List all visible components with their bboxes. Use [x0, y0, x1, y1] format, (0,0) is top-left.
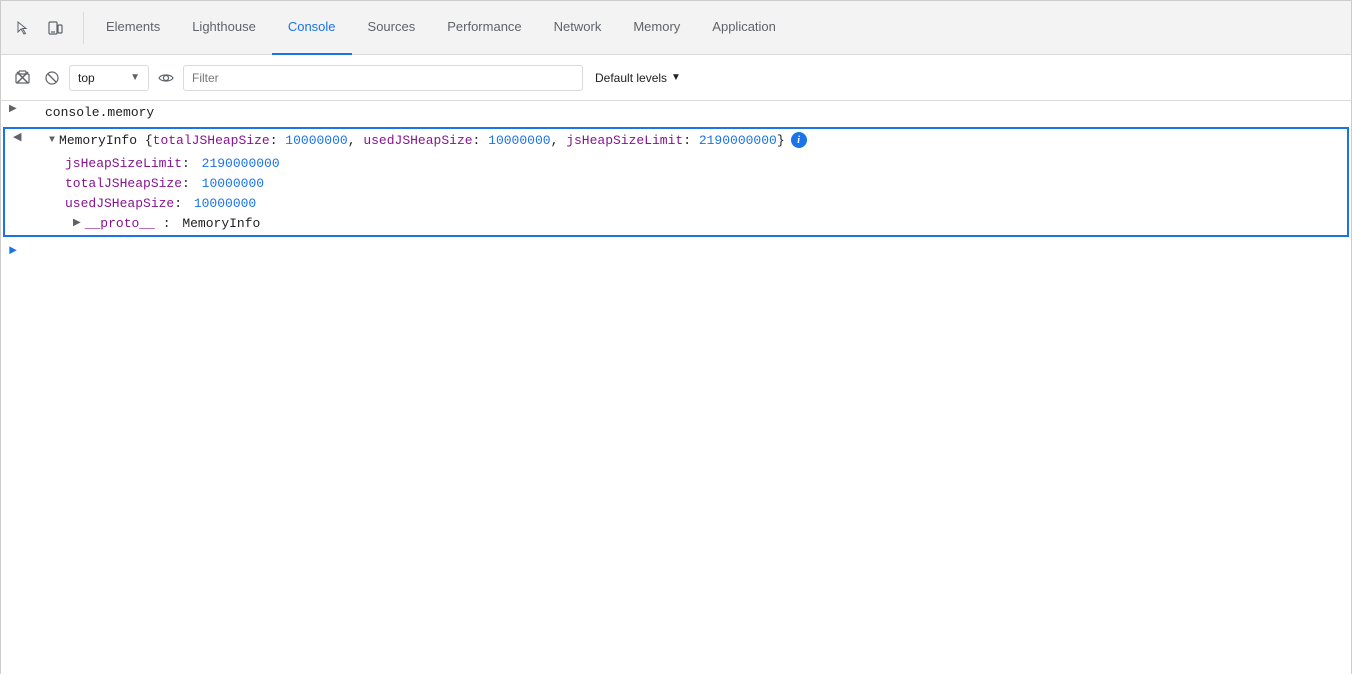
object-name-label: MemoryInfo	[59, 133, 145, 148]
prop-row-used-heap: usedJSHeapSize : 10000000	[65, 193, 1347, 213]
tab-memory[interactable]: Memory	[617, 1, 696, 55]
prop-row-total-heap: totalJSHeapSize : 10000000	[65, 173, 1347, 193]
memory-header-row: ◀ ▼ MemoryInfo { totalJSHeapSize : 10000…	[5, 129, 1347, 151]
heap-limit-label-inline: jsHeapSizeLimit	[566, 133, 683, 148]
device-icon-button[interactable]	[41, 14, 69, 42]
header-gutter: ◀	[5, 130, 45, 144]
eye-icon-button[interactable]	[153, 65, 179, 91]
memory-object-container: ◀ ▼ MemoryInfo { totalJSHeapSize : 10000…	[3, 127, 1349, 237]
prop-name-used-heap: usedJSHeapSize	[65, 196, 174, 211]
tab-lighthouse[interactable]: Lighthouse	[176, 1, 272, 55]
prop-value-used-heap[interactable]: 10000000	[194, 196, 256, 211]
default-levels-button[interactable]: Default levels ▼	[587, 65, 689, 91]
tab-application[interactable]: Application	[696, 1, 792, 55]
proto-row: ▶ __proto__ : MemoryInfo	[65, 213, 1347, 233]
prop-name-total-heap: totalJSHeapSize	[65, 176, 182, 191]
prop-row-heap-limit: jsHeapSizeLimit : 2190000000	[65, 153, 1347, 173]
tab-network[interactable]: Network	[538, 1, 618, 55]
tab-elements[interactable]: Elements	[90, 1, 176, 55]
header-content: ▼ MemoryInfo { totalJSHeapSize : 1000000…	[45, 130, 1347, 150]
heap-limit-value-inline[interactable]: 2190000000	[699, 133, 777, 148]
clear-console-button[interactable]	[9, 65, 35, 91]
chevron-down-icon: ▼	[130, 72, 140, 83]
total-heap-label-inline: totalJSHeapSize	[153, 133, 270, 148]
context-selector[interactable]: top ▼	[69, 65, 149, 91]
collapse-arrow-icon[interactable]: ▼	[49, 135, 55, 146]
console-content: ▶ console.memory ◀ ▼ MemoryInfo { totalJ…	[1, 101, 1351, 675]
back-arrow-icon: ◀	[13, 130, 21, 144]
expand-gutter[interactable]: ▶	[1, 103, 41, 115]
open-brace: {	[145, 133, 153, 148]
console-toolbar: top ▼ Default levels ▼	[1, 55, 1351, 101]
used-heap-label-inline: usedJSHeapSize	[363, 133, 472, 148]
close-brace: }	[777, 133, 785, 148]
memory-command-text: console.memory	[45, 105, 154, 120]
prop-value-total-heap[interactable]: 10000000	[202, 176, 264, 191]
toolbar-divider	[83, 12, 84, 44]
proto-expand-icon[interactable]: ▶	[73, 217, 81, 229]
tab-sources[interactable]: Sources	[352, 1, 432, 55]
tab-bar: Elements Lighthouse Console Sources Perf…	[1, 1, 1351, 55]
stop-icon-button[interactable]	[39, 65, 65, 91]
console-memory-text: console.memory	[41, 103, 1351, 123]
toolbar-icons	[9, 14, 69, 42]
prop-value-heap-limit[interactable]: 2190000000	[202, 156, 280, 171]
console-memory-row: ▶ console.memory	[1, 101, 1351, 125]
prop-name-heap-limit: jsHeapSizeLimit	[65, 156, 182, 171]
input-caret-icon: ►	[1, 243, 17, 258]
default-levels-chevron-icon: ▼	[671, 72, 681, 83]
total-heap-value-inline[interactable]: 10000000	[285, 133, 347, 148]
proto-value: MemoryInfo	[182, 216, 260, 231]
memory-props: jsHeapSizeLimit : 2190000000 totalJSHeap…	[5, 151, 1347, 235]
context-value: top	[78, 71, 95, 85]
proto-label: __proto__	[85, 216, 155, 231]
expand-arrow-icon[interactable]: ▶	[9, 103, 17, 115]
tab-performance[interactable]: Performance	[431, 1, 537, 55]
used-heap-value-inline[interactable]: 10000000	[488, 133, 550, 148]
input-cursor-row[interactable]: ►	[1, 239, 1351, 261]
filter-input[interactable]	[183, 65, 583, 91]
cursor-icon-button[interactable]	[9, 14, 37, 42]
info-badge-icon[interactable]: i	[791, 132, 807, 148]
tab-console[interactable]: Console	[272, 1, 352, 55]
default-levels-label: Default levels	[595, 71, 667, 85]
